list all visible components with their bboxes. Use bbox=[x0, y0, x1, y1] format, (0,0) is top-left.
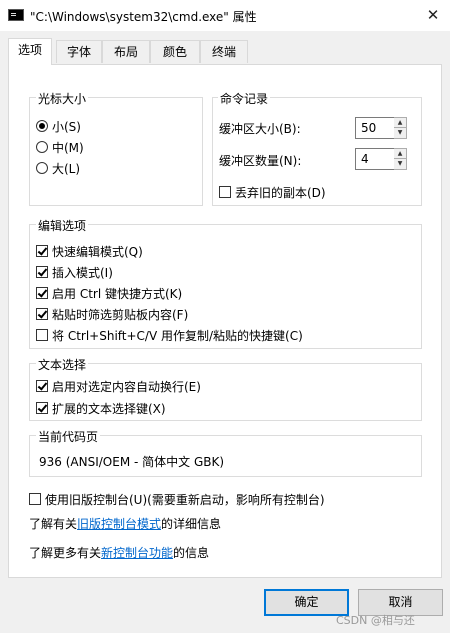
buffer-count-stepper[interactable]: ▲ ▼ bbox=[394, 148, 407, 170]
command-history-legend: 命令记录 bbox=[218, 90, 271, 107]
legacy-console-label[interactable]: 使用旧版控制台(U)(需要重新启动，影响所有控制台) bbox=[45, 491, 325, 508]
buffer-size-input[interactable]: 50 bbox=[355, 117, 395, 139]
radio-cursor-medium[interactable] bbox=[36, 141, 48, 153]
buffer-count-input[interactable]: 4 bbox=[355, 148, 395, 170]
close-icon[interactable]: ✕ bbox=[418, 2, 448, 28]
edit-options-legend: 编辑选项 bbox=[36, 217, 89, 234]
discard-duplicates-label[interactable]: 丢弃旧的副本(D) bbox=[235, 184, 326, 201]
tab-colors[interactable]: 颜色 bbox=[150, 40, 200, 63]
new-features-link[interactable]: 新控制台功能 bbox=[101, 546, 173, 560]
tab-font[interactable]: 字体 bbox=[56, 40, 102, 63]
new-features-prefix: 了解更多有关 bbox=[29, 546, 102, 560]
codepage-value: 936 (ANSI/OEM - 简体中文 GBK) bbox=[39, 455, 225, 469]
ctrl-shortcuts-checkbox[interactable] bbox=[36, 287, 48, 299]
text-selection-legend: 文本选择 bbox=[36, 356, 89, 373]
filter-paste-label[interactable]: 粘贴时筛选剪贴板内容(F) bbox=[52, 306, 188, 323]
spin-down-icon[interactable]: ▼ bbox=[394, 159, 406, 169]
ctrl-shortcuts-label[interactable]: 启用 Ctrl 键快捷方式(K) bbox=[52, 285, 182, 302]
ctrl-shift-cv-label[interactable]: 将 Ctrl+Shift+C/V 用作复制/粘贴的快捷键(C) bbox=[52, 327, 303, 344]
auto-wrap-checkbox[interactable] bbox=[36, 380, 48, 392]
extended-selection-label[interactable]: 扩展的文本选择键(X) bbox=[52, 400, 166, 417]
radio-cursor-large-label[interactable]: 大(L) bbox=[52, 160, 80, 177]
cursor-size-legend: 光标大小 bbox=[36, 90, 89, 107]
codepage-legend: 当前代码页 bbox=[36, 428, 101, 445]
discard-duplicates-checkbox[interactable] bbox=[219, 186, 231, 198]
radio-cursor-small-label[interactable]: 小(S) bbox=[52, 118, 81, 135]
legacy-mode-link[interactable]: 旧版控制台模式 bbox=[77, 517, 161, 531]
tab-options[interactable]: 选项 bbox=[8, 38, 52, 65]
ctrl-shift-cv-checkbox[interactable] bbox=[36, 329, 48, 341]
buffer-size-stepper[interactable]: ▲ ▼ bbox=[394, 117, 407, 139]
legacy-info-suffix: 的详细信息 bbox=[161, 517, 222, 531]
legacy-console-checkbox[interactable] bbox=[29, 493, 41, 505]
title-bar: "C:\Windows\system32\cmd.exe" 属性 ✕ bbox=[0, 0, 450, 31]
watermark: CSDN @相与还 bbox=[336, 614, 415, 627]
filter-paste-checkbox[interactable] bbox=[36, 308, 48, 320]
legacy-info-text: 了解有关旧版控制台模式的详细信息 bbox=[29, 515, 221, 532]
radio-cursor-medium-label[interactable]: 中(M) bbox=[52, 139, 84, 156]
spin-down-icon[interactable]: ▼ bbox=[394, 128, 406, 138]
insert-mode-label[interactable]: 插入模式(I) bbox=[52, 264, 113, 281]
new-features-suffix: 的信息 bbox=[173, 546, 210, 560]
buffer-count-label: 缓冲区数量(N): bbox=[219, 154, 302, 168]
tab-terminal[interactable]: 终端 bbox=[200, 40, 248, 63]
cmd-app-icon bbox=[8, 9, 24, 21]
new-features-info-text: 了解更多有关新控制台功能的信息 bbox=[29, 544, 209, 561]
buffer-size-label: 缓冲区大小(B): bbox=[219, 122, 301, 136]
window-title: "C:\Windows\system32\cmd.exe" 属性 bbox=[30, 10, 257, 24]
legacy-info-prefix: 了解有关 bbox=[29, 517, 78, 531]
radio-cursor-large[interactable] bbox=[36, 162, 48, 174]
spin-up-icon[interactable]: ▲ bbox=[394, 118, 406, 128]
quick-edit-checkbox[interactable] bbox=[36, 245, 48, 257]
extended-selection-checkbox[interactable] bbox=[36, 402, 48, 414]
tab-layout[interactable]: 布局 bbox=[102, 40, 150, 63]
quick-edit-label[interactable]: 快速编辑模式(Q) bbox=[52, 243, 143, 260]
radio-cursor-small[interactable] bbox=[36, 120, 48, 132]
spin-up-icon[interactable]: ▲ bbox=[394, 149, 406, 159]
insert-mode-checkbox[interactable] bbox=[36, 266, 48, 278]
auto-wrap-label[interactable]: 启用对选定内容自动换行(E) bbox=[52, 378, 201, 395]
